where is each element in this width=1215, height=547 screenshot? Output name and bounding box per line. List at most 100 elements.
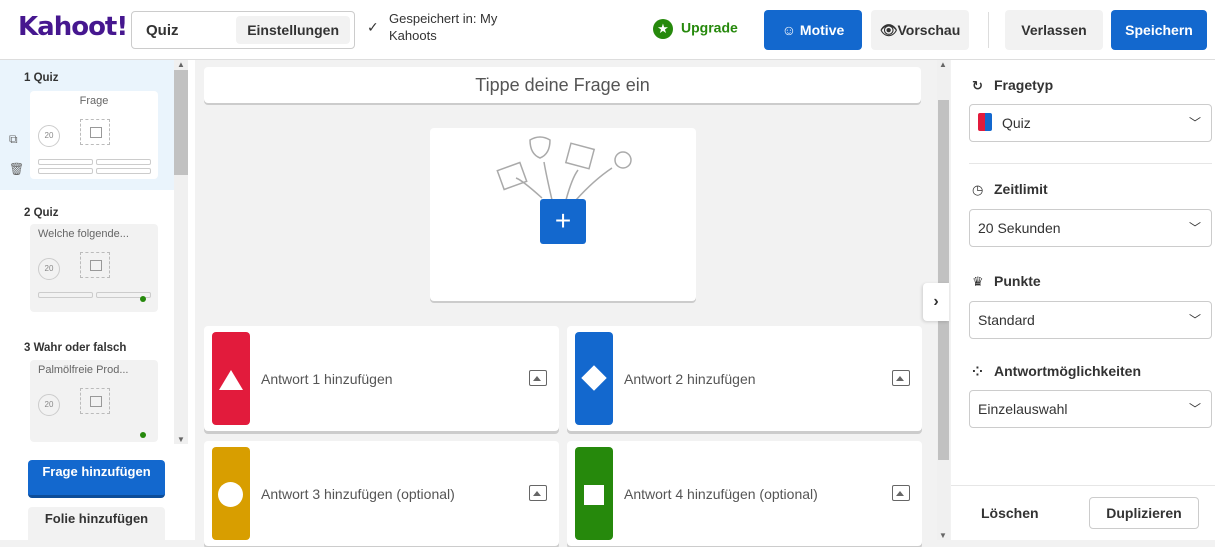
points-heading: ♛ Punkte bbox=[972, 273, 1041, 290]
answer-placeholder bbox=[96, 159, 151, 165]
scroll-up-icon[interactable]: ▲ bbox=[939, 60, 947, 69]
image-placeholder-icon bbox=[80, 252, 110, 278]
answer-2[interactable]: Antwort 2 hinzufügen bbox=[567, 326, 922, 431]
answer-options-value: Einzelauswahl bbox=[978, 401, 1068, 417]
slide-thumbnail: Frage 20 bbox=[30, 91, 158, 179]
star-icon: ★ bbox=[653, 19, 673, 39]
answer-1[interactable]: Antwort 1 hinzufügen bbox=[204, 326, 559, 431]
upgrade-label: Upgrade bbox=[681, 19, 738, 36]
answer-color-blue bbox=[575, 332, 613, 425]
answer-placeholder bbox=[38, 168, 93, 174]
preview-label: Vorschau bbox=[897, 22, 961, 38]
answer-placeholder bbox=[38, 159, 93, 165]
slide-label: 3 Wahr oder falsch bbox=[24, 342, 127, 354]
add-media-button[interactable]: + bbox=[540, 199, 586, 244]
question-input[interactable]: Tippe deine Frage ein bbox=[204, 67, 921, 103]
themes-button[interactable]: ☺ Motive bbox=[764, 10, 862, 50]
question-type-value: Quiz bbox=[1002, 115, 1031, 131]
slide-question: Welche folgende... bbox=[38, 228, 129, 240]
question-type-icon: ↻ bbox=[972, 78, 983, 93]
top-bar: Kahoot! Quiz Einstellungen ✓ Gespeichert… bbox=[0, 0, 1215, 60]
answer-color-red bbox=[212, 332, 250, 425]
scroll-down-icon[interactable]: ▼ bbox=[939, 531, 947, 540]
question-type-select[interactable]: Quiz ﹀ bbox=[969, 104, 1212, 142]
preview-button[interactable]: 👁Vorschau bbox=[871, 10, 969, 50]
chevron-down-icon: ﹀ bbox=[1188, 221, 1201, 235]
scroll-down-icon[interactable]: ▼ bbox=[177, 435, 185, 444]
add-slide-button[interactable]: Folie hinzufügen bbox=[28, 507, 165, 547]
answer-4[interactable]: Antwort 4 hinzufügen (optional) bbox=[567, 441, 922, 546]
settings-panel: ↻ Fragetyp Quiz ﹀ ◷ Zeitlimit 20 Sekunden … bbox=[951, 60, 1215, 540]
answer-label: Antwort 1 hinzufügen bbox=[261, 371, 393, 387]
leave-button[interactable]: Verlassen bbox=[1005, 10, 1103, 50]
media-upload-area[interactable]: + bbox=[430, 128, 696, 301]
chevron-down-icon: ﹀ bbox=[1188, 313, 1201, 327]
slide-label: 1 Quiz bbox=[24, 72, 59, 84]
image-icon[interactable] bbox=[892, 485, 910, 501]
correct-answer-dot bbox=[140, 432, 146, 438]
circle-icon bbox=[218, 482, 243, 507]
clock-icon: ◷ bbox=[972, 182, 984, 197]
answer-label: Antwort 4 hinzufügen (optional) bbox=[624, 486, 818, 502]
diamond-icon bbox=[581, 365, 607, 391]
eye-icon: 👁 bbox=[879, 22, 898, 38]
add-question-button[interactable]: Frage hinzufügen bbox=[28, 460, 165, 498]
answer-label: Antwort 3 hinzufügen (optional) bbox=[261, 486, 455, 502]
points-select[interactable]: Standard ﹀ bbox=[969, 301, 1212, 339]
answer-label: Antwort 2 hinzufügen bbox=[624, 371, 756, 387]
time-limit-select[interactable]: 20 Sekunden ﹀ bbox=[969, 209, 1212, 247]
upgrade-link[interactable]: ★ Upgrade bbox=[653, 19, 738, 39]
chevron-down-icon: ﹀ bbox=[1188, 402, 1201, 416]
slide-timer: 20 bbox=[38, 125, 60, 147]
image-placeholder-icon bbox=[80, 388, 110, 414]
slide-label: 2 Quiz bbox=[24, 207, 59, 219]
points-value: Standard bbox=[978, 312, 1035, 328]
scrollbar-thumb[interactable] bbox=[174, 70, 188, 175]
palette-icon: ☺ bbox=[781, 22, 797, 38]
delete-button[interactable]: Löschen bbox=[981, 505, 1039, 521]
image-icon[interactable] bbox=[529, 485, 547, 501]
kahoot-title-field[interactable]: Quiz Einstellungen bbox=[131, 11, 355, 49]
image-icon[interactable] bbox=[892, 370, 910, 386]
time-limit-label: Zeitlimit bbox=[994, 181, 1048, 197]
slide-list-scrollbar[interactable]: ▲ ▼ bbox=[174, 60, 188, 444]
image-placeholder-icon bbox=[80, 119, 110, 145]
image-icon[interactable] bbox=[529, 370, 547, 386]
settings-button[interactable]: Einstellungen bbox=[236, 16, 350, 44]
time-limit-value: 20 Sekunden bbox=[978, 220, 1061, 236]
answer-placeholder bbox=[38, 292, 93, 298]
kahoot-title: Quiz bbox=[146, 22, 179, 39]
answer-options-heading: ⁘ Antwortmöglichkeiten bbox=[972, 363, 1141, 380]
scrollbar-thumb[interactable] bbox=[938, 100, 949, 460]
correct-answer-dot bbox=[140, 296, 146, 302]
answer-placeholder bbox=[96, 168, 151, 174]
slide-item-2[interactable]: 2 Quiz Welche folgende... 20 bbox=[0, 190, 174, 330]
slide-timer: 20 bbox=[38, 258, 60, 280]
answer-3[interactable]: Antwort 3 hinzufügen (optional) bbox=[204, 441, 559, 546]
save-status-text: Gespeichert in: My Kahoots bbox=[389, 11, 498, 43]
check-icon: ✓ bbox=[367, 19, 379, 35]
triangle-icon bbox=[219, 370, 243, 390]
slide-question: Palmölfreie Prod... bbox=[38, 364, 129, 376]
medal-icon: ♛ bbox=[972, 274, 984, 289]
collapse-panel-chevron-icon[interactable]: › bbox=[923, 283, 949, 321]
slide-thumbnail: Palmölfreie Prod... 20 bbox=[30, 360, 158, 442]
answer-options-select[interactable]: Einzelauswahl ﹀ bbox=[969, 390, 1212, 428]
save-button[interactable]: Speichern bbox=[1111, 10, 1207, 50]
scroll-up-icon[interactable]: ▲ bbox=[177, 60, 185, 69]
answer-color-yellow bbox=[212, 447, 250, 540]
trash-icon[interactable]: 🗑 bbox=[9, 162, 24, 176]
answer-options-icon: ⁘ bbox=[972, 364, 983, 379]
header-divider bbox=[988, 12, 989, 48]
themes-label: Motive bbox=[799, 22, 845, 38]
slide-item-1[interactable]: 1 Quiz Frage 20 ⧉ 🗑 bbox=[0, 60, 174, 190]
quiz-type-icon bbox=[978, 113, 992, 132]
duplicate-slide-icon[interactable]: ⧉ bbox=[9, 132, 18, 147]
answer-color-green bbox=[575, 447, 613, 540]
kahoot-logo[interactable]: Kahoot! bbox=[18, 12, 128, 42]
slide-item-3[interactable]: 3 Wahr oder falsch Palmölfreie Prod... 2… bbox=[0, 330, 174, 450]
slide-thumbnail: Welche folgende... 20 bbox=[30, 224, 158, 312]
points-label: Punkte bbox=[994, 273, 1041, 289]
time-limit-heading: ◷ Zeitlimit bbox=[972, 181, 1048, 198]
duplicate-button[interactable]: Duplizieren bbox=[1089, 497, 1199, 529]
